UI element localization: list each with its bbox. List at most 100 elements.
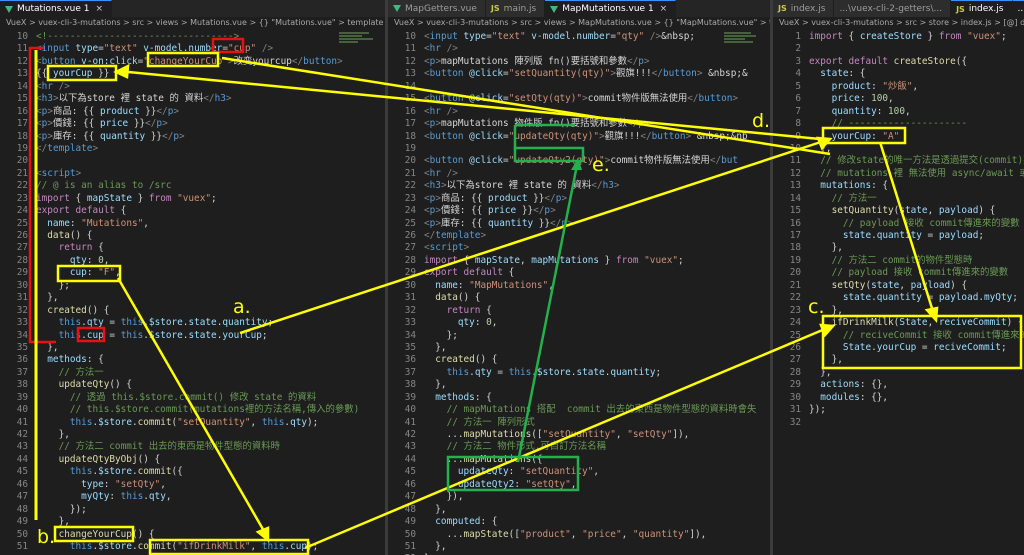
code-line[interactable]: 6 price: 100, <box>773 93 1024 105</box>
code-line[interactable]: 10 }, <box>773 143 1024 155</box>
code-line[interactable]: 50 changeYourCup() { <box>0 529 385 541</box>
code-line[interactable]: 34 this. cup = this. $store. state. yourCup; <box>0 330 385 342</box>
code-line[interactable]: 41 // 方法一 陣列形式 <box>388 417 770 429</box>
code-line[interactable]: 7 quantity: 100, <box>773 106 1024 118</box>
code-line[interactable]: 29 cup: "F", <box>0 267 385 279</box>
code-line[interactable]: 10 < input type = "text" v-model.number = "qty… <box>388 31 770 43</box>
tab-1-1[interactable]: JS main.js <box>485 0 546 17</box>
code-line[interactable]: 18 < button @click = "updateQty(qty)" > 觀旗!!! <… <box>388 131 770 143</box>
code-line[interactable]: 23 import { mapState } from "vuex"; <box>0 193 385 205</box>
code-line[interactable]: 12 // mutations 裡 無法使用 async/await 或 p <box>773 168 1024 180</box>
minimap[interactable] <box>724 31 762 91</box>
code-line[interactable]: 14 < hr /> <box>0 81 385 93</box>
code-editor[interactable]: 10 < input type = "text" v-model.number = "qty… <box>388 31 770 555</box>
code-line[interactable]: 29 actions: {}, <box>773 379 1024 391</box>
code-line[interactable]: 33 qty: 0, <box>388 317 770 329</box>
code-line[interactable]: 17 state. quantity = payload; <box>773 230 1024 242</box>
tab-2-2[interactable]: JS index.js <box>951 0 1013 17</box>
code-line[interactable]: 50 ... mapState(["product", "price", "qua… <box>388 529 770 541</box>
code-line[interactable]: 35 }, <box>388 342 770 354</box>
code-line[interactable]: 49 }, <box>0 516 385 528</box>
code-editor[interactable]: 10 <!---------------------------------> 11… <box>0 31 385 553</box>
code-line[interactable]: 12 < button v-on:click = "changeYourCup" > 改变y… <box>0 56 385 68</box>
code-line[interactable]: 28 import { mapState, mapMutations } from… <box>388 255 770 267</box>
code-line[interactable]: 24 export default { <box>0 205 385 217</box>
code-line[interactable]: 11 < hr /> <box>388 43 770 55</box>
code-line[interactable]: 18 }, <box>773 242 1024 254</box>
close-icon[interactable]: × <box>95 4 103 14</box>
code-line[interactable]: 33 this. qty = this. $store. state. quantity… <box>0 317 385 329</box>
code-line[interactable]: 42 ... mapMutations(["setQuantity", "setQ… <box>388 429 770 441</box>
code-line[interactable]: 9 yourCup: "A" <box>773 131 1024 143</box>
code-line[interactable]: 45 this. $store. commit({ <box>0 466 385 478</box>
code-line[interactable]: 47 myQty: this. qty, <box>0 491 385 503</box>
code-line[interactable]: 38 }, <box>388 379 770 391</box>
code-line[interactable]: 3 export default createStore({ <box>773 56 1024 68</box>
code-line[interactable]: 15 < h3 > 以下為store 裡 state 的 資料 </h3 > <box>0 93 385 105</box>
code-line[interactable]: 15 setQuantity(state, payload) { <box>773 205 1024 217</box>
code-line[interactable]: 47 }), <box>388 491 770 503</box>
minimap[interactable] <box>339 31 377 91</box>
code-line[interactable]: 20 // payload 接收 commit傳進來的變數 <box>773 267 1024 279</box>
breadcrumb[interactable]: VueX > vuex-cli-3-mutations > src > view… <box>388 17 770 29</box>
code-line[interactable]: 49 computed: { <box>388 516 770 528</box>
code-line[interactable]: 11 // 修改state的唯一方法是透過提交(commit)某( <box>773 155 1024 167</box>
code-line[interactable]: 26 State. yourCup = reciveCommit; <box>773 342 1024 354</box>
code-line[interactable]: 1 import { createStore } from "vuex"; <box>773 31 1024 43</box>
code-line[interactable]: 24 < p > 價錢: {{ price }} </p > <box>388 205 770 217</box>
code-line[interactable]: 40 // mapMutations 搭配 commit 出去的東西是物件型態的… <box>388 404 770 416</box>
code-line[interactable]: 27 < script > <box>388 242 770 254</box>
code-line[interactable]: 13 < button @click = "setQuantity(qty)" > 觀旗!!… <box>388 68 770 80</box>
tab-1-2[interactable]: MapMutations.vue 1 × <box>545 0 677 17</box>
code-line[interactable]: 4 state: { <box>773 68 1024 80</box>
code-line[interactable]: 44 updateQtyByObj() { <box>0 454 385 466</box>
tab-2-0[interactable]: JS index.js <box>773 0 835 17</box>
code-line[interactable]: 5 product: "炒飯", <box>773 81 1024 93</box>
code-line[interactable]: 31}); <box>773 404 1024 416</box>
code-line[interactable]: 36 methods: { <box>0 354 385 366</box>
code-line[interactable]: 25 name: "Mutations", <box>0 218 385 230</box>
code-line[interactable]: 43 // 方法二 物件形式,可自訂方法名稱 <box>388 441 770 453</box>
tab-0-0[interactable]: Mutations.vue 1 × <box>0 0 113 17</box>
code-line[interactable]: 29 export default { <box>388 267 770 279</box>
code-line[interactable]: 28 qty: 0, <box>0 255 385 267</box>
code-line[interactable]: 38 updateQty() { <box>0 379 385 391</box>
code-line[interactable]: 14 <box>388 81 770 93</box>
breadcrumb[interactable]: VueX > vuex-cli-3-mutations > src > view… <box>0 17 385 29</box>
code-line[interactable]: 32 <box>773 417 1024 429</box>
code-line[interactable]: 48 }); <box>0 504 385 516</box>
code-line[interactable]: 11 < input type = "text" v-model.number = "cup… <box>0 43 385 55</box>
code-line[interactable]: 30 name: "MapMutations", <box>388 280 770 292</box>
code-line[interactable]: 46 type: "setQty", <box>0 479 385 491</box>
code-line[interactable]: 16 < p > 商品: {{ product }} </p > <box>0 106 385 118</box>
code-line[interactable]: 17 < p > 價錢: {{ price }} </p > <box>0 118 385 130</box>
code-editor[interactable]: 1 import { createStore } from "vuex"; 2 3 ex… <box>773 31 1024 429</box>
code-line[interactable]: 12 < p > mapMutations 陣列版 fn()要括號和參數 </p > <box>388 56 770 68</box>
code-line[interactable]: 41 this. $store. commit("setQuantity", thi… <box>0 417 385 429</box>
code-line[interactable]: 19 // 方法二 commit的物件型態時 <box>773 255 1024 267</box>
code-line[interactable]: 22 // @ is an alias to /src <box>0 180 385 192</box>
code-line[interactable]: 14 // 方法一 <box>773 193 1024 205</box>
code-line[interactable]: 27 }, <box>773 354 1024 366</box>
close-icon[interactable]: × <box>660 4 668 14</box>
tab-2-3[interactable]: ...\vuex-cli-3-mutations\... <box>1012 0 1024 17</box>
code-line[interactable]: 10 <!---------------------------------> <box>0 31 385 43</box>
code-line[interactable]: 26 </template > <box>388 230 770 242</box>
code-line[interactable]: 23 < p > 商品: {{ product }} </p > <box>388 193 770 205</box>
code-line[interactable]: 42 }, <box>0 429 385 441</box>
code-line[interactable]: 13 {{ yourCup }} <box>0 68 385 80</box>
code-line[interactable]: 45 updateQty: "setQuantity", <box>388 466 770 478</box>
code-line[interactable]: 51 }, <box>388 541 770 553</box>
tab-2-1[interactable]: ...\vuex-cli-2-getters\... <box>834 0 952 17</box>
code-line[interactable]: 24 ifDrinkMilk(State, reciveCommit) { <box>773 317 1024 329</box>
code-line[interactable]: 35 }, <box>0 342 385 354</box>
code-line[interactable]: 30 modules: {}, <box>773 392 1024 404</box>
code-line[interactable]: 20 <box>0 155 385 167</box>
code-line[interactable]: 39 methods: { <box>388 392 770 404</box>
code-line[interactable]: 31 }, <box>0 292 385 304</box>
code-line[interactable]: 25 // reciveCommit 接收 commit傳進來的變數 <box>773 330 1024 342</box>
code-line[interactable]: 37 this. qty = this. $store. state. quantity… <box>388 367 770 379</box>
code-line[interactable]: 32 return { <box>388 305 770 317</box>
code-line[interactable]: 21 < hr /> <box>388 168 770 180</box>
code-line[interactable]: 15 < button @click = "setQty(qty)" > commit物件版… <box>388 93 770 105</box>
